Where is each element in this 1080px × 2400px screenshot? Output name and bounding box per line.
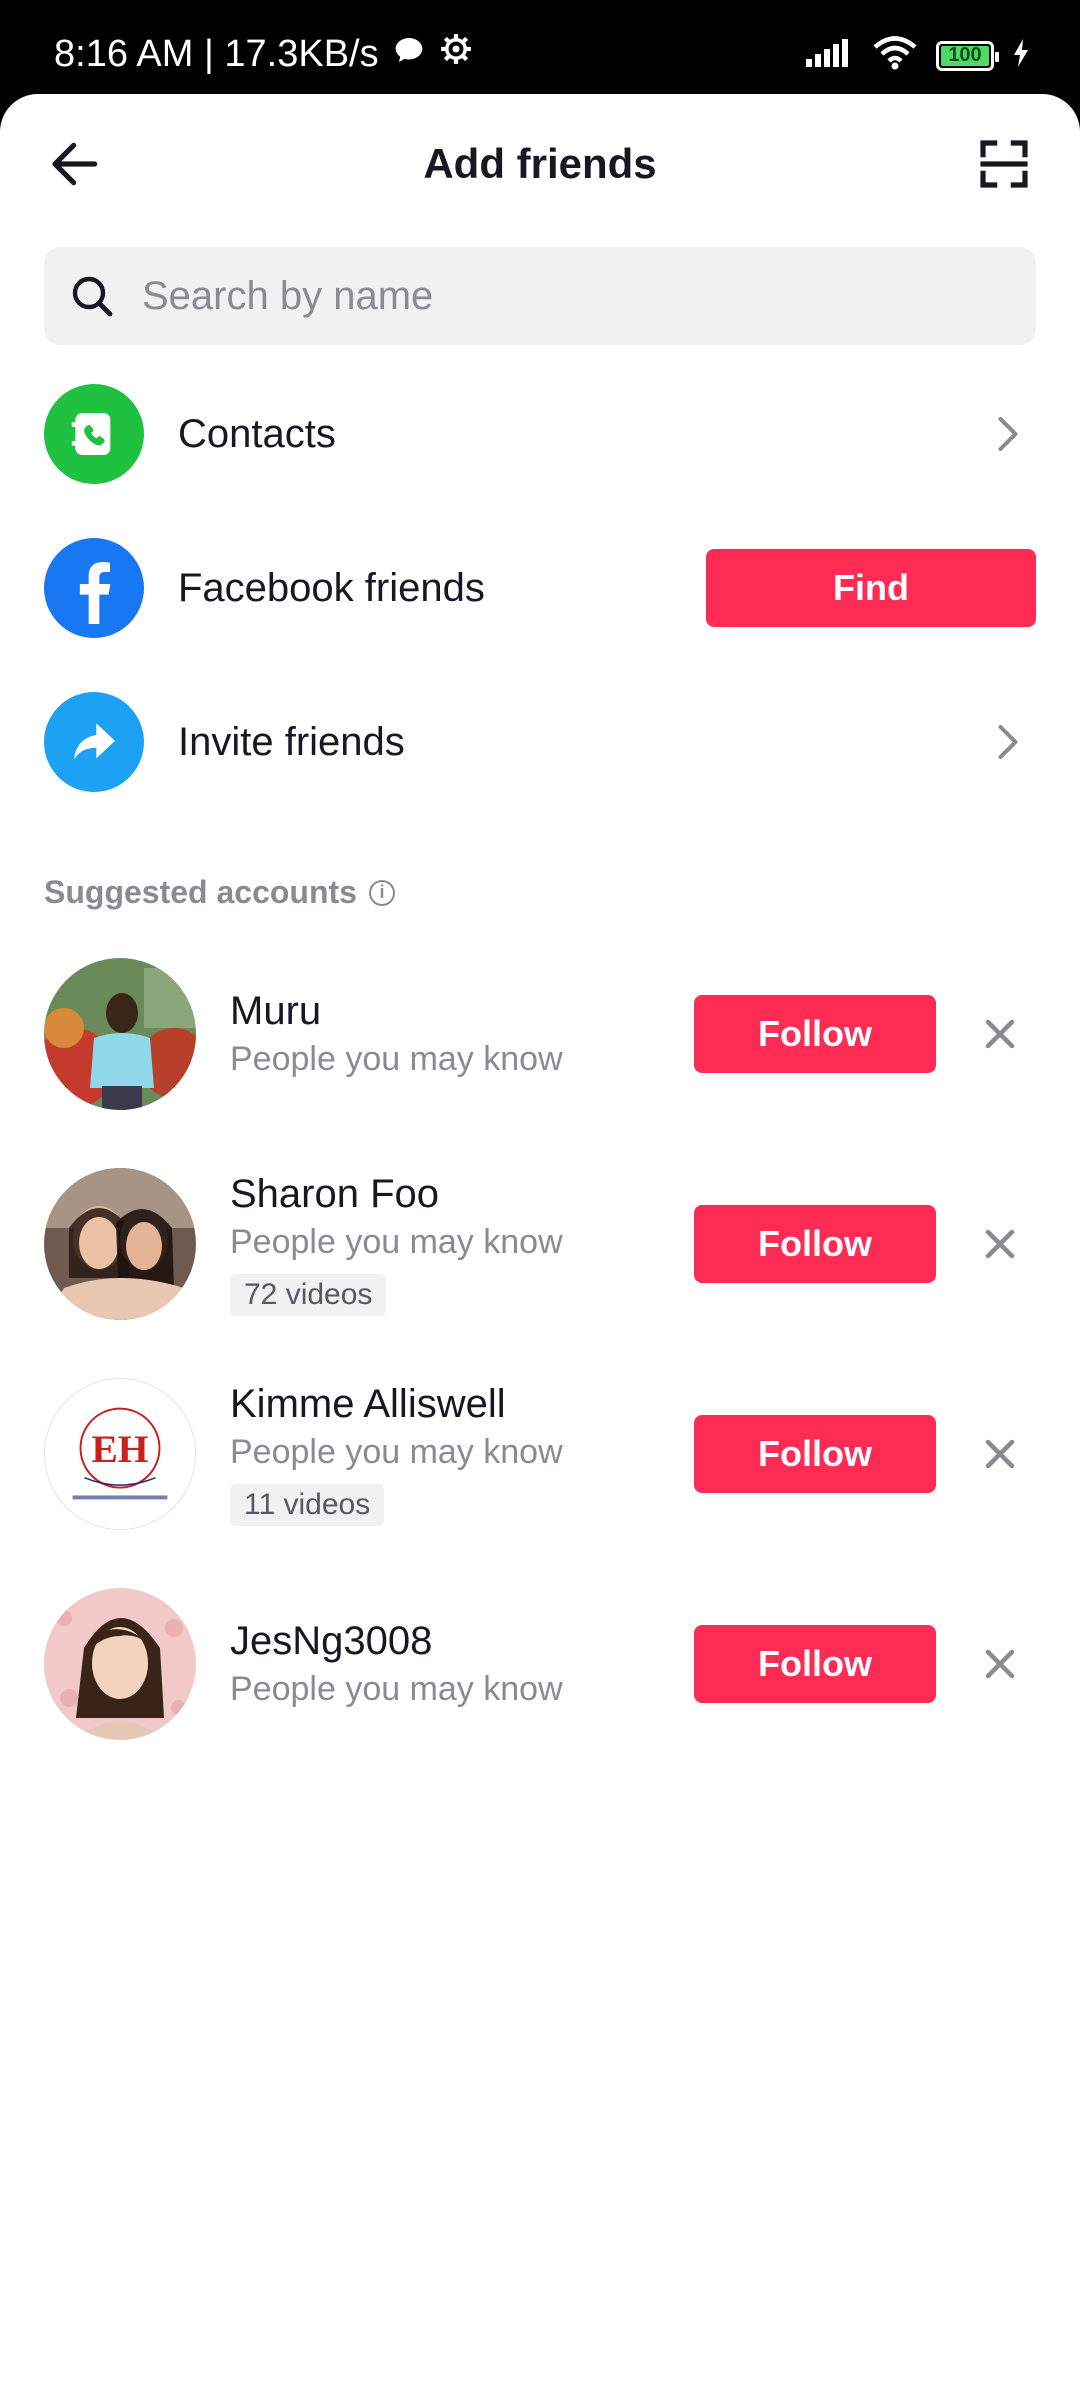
settings-gear-icon <box>439 32 473 76</box>
avatar[interactable]: EH <box>44 1378 196 1530</box>
chevron-right-icon <box>988 722 1028 762</box>
avatar[interactable] <box>44 958 196 1110</box>
close-icon <box>985 1649 1015 1679</box>
account-subtitle: People you may know <box>230 1040 563 1078</box>
scan-icon <box>980 140 1028 188</box>
account-name: Muru <box>230 989 322 1033</box>
avatar[interactable] <box>44 1588 196 1740</box>
facebook-icon <box>44 538 144 638</box>
account-subtitle: People you may know <box>230 1670 563 1708</box>
suggested-account-row[interactable]: Muru People you may know Follow <box>44 958 1036 1110</box>
find-button[interactable]: Find <box>706 549 1036 627</box>
status-time: 8:16 AM | 17.3KB/s <box>54 32 379 75</box>
suggested-accounts-heading: Suggested accounts i <box>44 874 395 911</box>
account-subtitle: People you may know <box>230 1433 563 1471</box>
battery-icon: 100 <box>936 40 999 71</box>
follow-button[interactable]: Follow <box>694 1205 936 1283</box>
facebook-friends-label: Facebook friends <box>178 565 485 610</box>
facebook-friends-option: Facebook friends Find <box>44 538 1036 638</box>
account-subtitle: People you may know <box>230 1223 563 1261</box>
status-left: 8:16 AM | 17.3KB/s <box>54 32 473 76</box>
suggested-accounts-title: Suggested accounts <box>44 874 357 910</box>
account-info: Muru People you may know <box>230 989 694 1079</box>
avatar[interactable] <box>44 1168 196 1320</box>
add-friends-screen: Add friends Contacts <box>0 94 1080 2400</box>
contacts-label: Contacts <box>178 411 336 456</box>
suggested-account-row[interactable]: EH Kimme Alliswell People you may know 1… <box>44 1378 1036 1530</box>
account-name: JesNg3008 <box>230 1619 433 1663</box>
chat-bubble-icon <box>393 33 425 76</box>
contacts-option[interactable]: Contacts <box>44 384 1036 484</box>
search-bar[interactable] <box>44 247 1036 345</box>
battery-level: 100 <box>948 44 982 66</box>
suggested-account-row[interactable]: Sharon Foo People you may know 72 videos… <box>44 1168 1036 1320</box>
account-name: Sharon Foo <box>230 1172 440 1216</box>
suggested-account-row[interactable]: JesNg3008 People you may know Follow <box>44 1588 1036 1740</box>
dismiss-button[interactable] <box>980 1434 1020 1474</box>
chevron-right-icon <box>988 414 1028 454</box>
status-right: 100 <box>804 36 1030 75</box>
follow-button[interactable]: Follow <box>694 1625 936 1703</box>
search-icon <box>72 276 113 317</box>
wifi-icon <box>872 36 918 75</box>
share-arrow-icon <box>44 692 144 792</box>
dismiss-button[interactable] <box>980 1224 1020 1264</box>
account-info: Kimme Alliswell People you may know 11 v… <box>230 1382 694 1526</box>
follow-button[interactable]: Follow <box>694 1415 936 1493</box>
page-title: Add friends <box>423 140 657 187</box>
video-count-badge: 72 videos <box>230 1274 387 1316</box>
follow-button[interactable]: Follow <box>694 995 936 1073</box>
account-info: JesNg3008 People you may know <box>230 1619 694 1709</box>
close-icon <box>985 1229 1015 1259</box>
account-info: Sharon Foo People you may know 72 videos <box>230 1172 694 1316</box>
dismiss-button[interactable] <box>980 1644 1020 1684</box>
info-icon[interactable]: i <box>368 879 395 906</box>
close-icon <box>985 1019 1015 1049</box>
scan-qr-button[interactable] <box>968 128 1040 200</box>
close-icon <box>985 1439 1015 1469</box>
header: Add friends <box>0 94 1080 234</box>
search-input[interactable] <box>140 272 1004 320</box>
video-count-badge: 11 videos <box>230 1484 385 1526</box>
dismiss-button[interactable] <box>980 1014 1020 1054</box>
account-name: Kimme Alliswell <box>230 1382 506 1426</box>
invite-friends-label: Invite friends <box>178 719 405 764</box>
charging-bolt-icon <box>1012 38 1030 73</box>
invite-friends-option[interactable]: Invite friends <box>44 692 1036 792</box>
contacts-icon <box>44 384 144 484</box>
logo-text: EH <box>91 1427 148 1471</box>
signal-icon <box>804 37 854 74</box>
